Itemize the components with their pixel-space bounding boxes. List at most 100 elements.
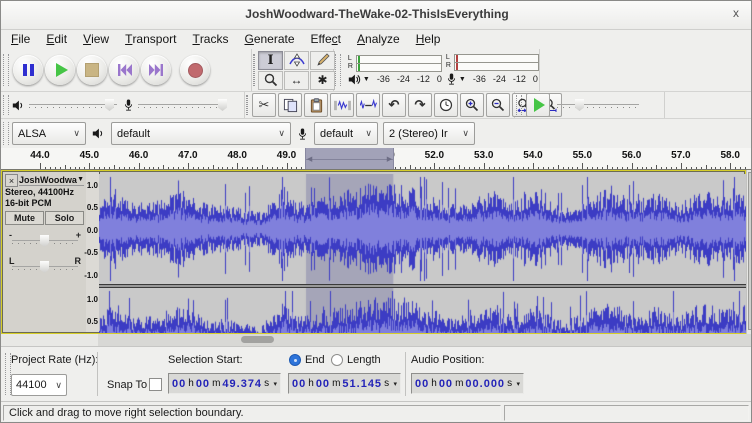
speaker-icon[interactable] [348,73,361,86]
toolbar-grip[interactable] [3,54,9,87]
window-close-button[interactable]: x [733,6,739,20]
toolbar-grip[interactable] [516,95,522,115]
redo-button[interactable]: ↷ [408,93,432,117]
skip-to-end-button[interactable] [141,55,171,85]
skip-to-start-button[interactable] [109,55,139,85]
track-close-button[interactable]: × [5,174,18,187]
selection-start-field[interactable]: 00h 00m 49.374s ▾ [168,373,281,394]
track-title-menu[interactable]: JoshWoodwa ▼ [19,174,84,186]
waveform-channel-right[interactable] [99,288,746,333]
play-at-speed-button[interactable] [526,93,550,117]
gain-slider[interactable]: - + [12,230,78,248]
waveform-canvas-left[interactable] [99,174,746,284]
paste-icon [309,98,324,113]
audio-position-field[interactable]: 00h 00m 00.000s ▾ [411,373,524,394]
toolbar-grip[interactable] [253,54,255,87]
pan-slider[interactable]: L R [12,256,78,274]
minutes-value[interactable]: 00 [196,378,210,390]
toolbar-grip[interactable] [3,122,9,145]
end-radio[interactable] [289,354,301,366]
multi-tool-icon: ✱ [317,73,327,87]
recording-meter[interactable]: LR ▼ -36-24-120 [446,54,539,86]
menu-item-transport[interactable]: Transport [117,29,184,49]
track-format-line1: Stereo, 44100Hz [5,187,74,197]
sync-lock-button[interactable] [434,93,458,117]
vertical-scrollbar[interactable] [746,170,752,334]
recording-device-select[interactable]: default ∨ [314,122,378,145]
selection-right-arrow-icon: ▶ [387,155,392,163]
seconds-value[interactable]: 00.000 [465,378,505,390]
copy-button[interactable] [278,93,302,117]
pause-button[interactable] [13,55,43,85]
envelope-tool-button[interactable] [284,51,309,70]
meter-dropdown-icon[interactable]: ▼ [363,76,370,83]
meter-left-label: L [446,54,453,62]
vertical-scrollbar-thumb[interactable] [748,172,752,330]
timeshift-tool-button[interactable]: ↔ [284,71,309,90]
solo-button[interactable]: Solo [45,211,84,225]
toolbar-grip[interactable] [335,54,341,87]
horizontal-scrollbar-thumb[interactable] [241,336,274,343]
hours-value[interactable]: 00 [172,378,186,390]
draw-tool-button[interactable] [310,51,335,70]
minutes-value[interactable]: 00 [316,378,330,390]
menu-item-view[interactable]: View [75,29,117,49]
record-button[interactable] [180,55,210,85]
mute-button[interactable]: Mute [5,211,44,225]
scrollbar-corner [1,334,98,346]
snap-to-checkbox[interactable] [149,378,162,391]
cut-button[interactable]: ✂ [252,93,276,117]
field-caret-icon[interactable]: ▾ [516,380,520,388]
menu-item-help[interactable]: Help [408,29,449,49]
seconds-value[interactable]: 51.145 [342,378,382,390]
zoom-tool-button[interactable] [258,71,283,90]
menu-item-edit[interactable]: Edit [38,29,75,49]
length-radio[interactable] [331,354,343,366]
silence-audio-button[interactable] [356,93,380,117]
menu-item-generate[interactable]: Generate [236,29,302,49]
field-caret-icon[interactable]: ▾ [273,380,277,388]
output-volume-slider[interactable] [29,98,117,112]
paste-button[interactable] [304,93,328,117]
hours-value[interactable]: 00 [415,378,429,390]
multi-tool-button[interactable]: ✱ [310,71,335,90]
audio-track[interactable]: × JoshWoodwa ▼ Stereo, 44100Hz 16-bit PC… [1,170,746,334]
playback-speed-slider[interactable] [557,98,639,112]
undo-button[interactable]: ↶ [382,93,406,117]
waveform-channel-left[interactable] [99,174,746,284]
stop-button[interactable] [77,55,107,85]
meter-dropdown-icon[interactable]: ▼ [459,76,466,83]
zoom-out-button[interactable] [486,93,510,117]
field-caret-icon[interactable]: ▾ [393,380,397,388]
minutes-value[interactable]: 00 [439,378,453,390]
waveform-canvas-right[interactable] [99,288,746,333]
menu-item-file[interactable]: File [3,29,38,49]
play-at-speed-toolbar [514,92,665,118]
menu-item-tracks[interactable]: Tracks [184,29,236,49]
selection-tool-button[interactable]: I [258,51,283,70]
trim-audio-button[interactable] [330,93,354,117]
menu-item-analyze[interactable]: Analyze [349,29,408,49]
play-button[interactable] [45,55,75,85]
zoom-tool-icon [264,73,278,87]
menu-item-effect[interactable]: Effect [303,29,349,49]
title-bar[interactable]: JoshWoodward-TheWake-02-ThisIsEverything… [1,1,752,30]
toolbar-grip[interactable] [3,95,9,115]
toolbar-grip[interactable] [246,95,248,115]
hours-value[interactable]: 00 [292,378,306,390]
horizontal-scrollbar[interactable] [98,334,752,346]
input-volume-slider[interactable] [138,98,226,112]
recording-channels-select[interactable]: 2 (Stereo) Ir ∨ [383,122,475,145]
selection-end-field[interactable]: 00h 00m 51.145s ▾ [288,373,401,394]
ruler-selection-region[interactable]: ◀▶ [305,148,394,169]
seconds-value[interactable]: 49.374 [222,378,262,390]
audio-host-select[interactable]: ALSA ∨ [12,122,86,145]
chevron-down-icon: ∨ [365,128,372,139]
project-rate-select[interactable]: 44100 ∨ [11,374,67,396]
microphone-icon[interactable] [446,72,457,86]
playback-meter[interactable]: LR ▼ -36-24-120 [348,55,442,86]
timeline-ruler[interactable]: 44.045.046.047.048.049.050.051.052.053.0… [1,148,752,170]
draw-tool-icon [316,53,330,67]
playback-device-select[interactable]: default ∨ [111,122,291,145]
zoom-in-button[interactable] [460,93,484,117]
